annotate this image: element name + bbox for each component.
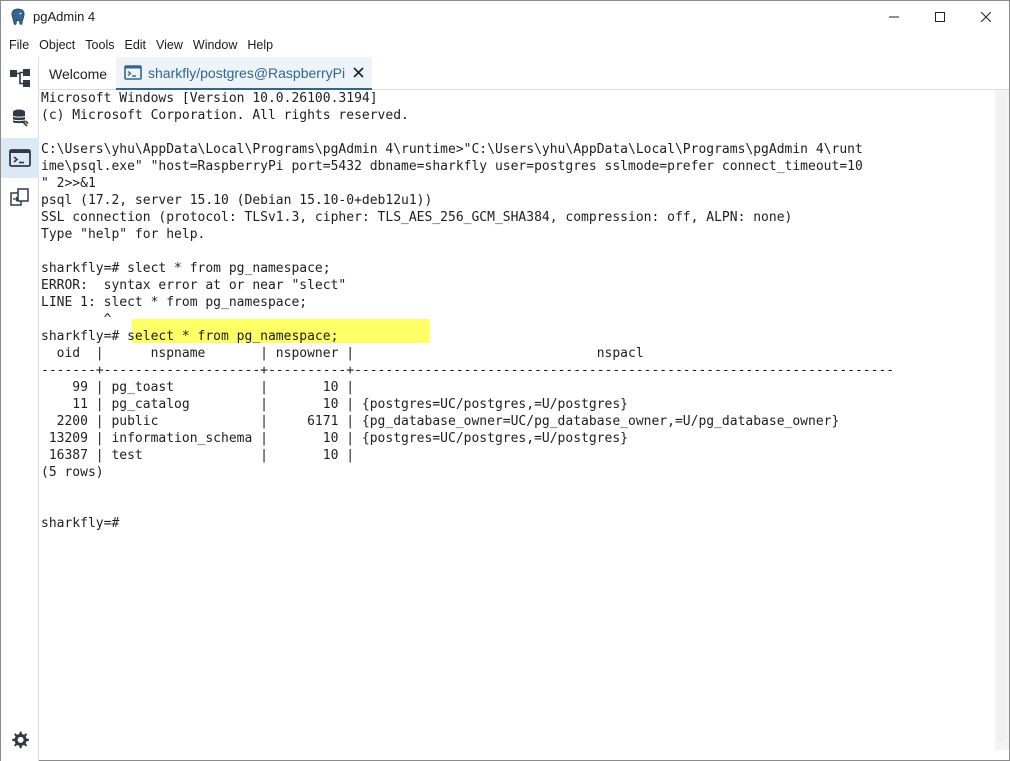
terminal-line: (5 rows): [41, 465, 104, 480]
tab-welcome[interactable]: Welcome: [49, 57, 107, 90]
scrollbar-thumb[interactable]: [998, 92, 1006, 742]
minimize-button[interactable]: [871, 1, 917, 33]
menu-window[interactable]: Window: [193, 38, 237, 52]
maximize-button[interactable]: [917, 1, 963, 33]
left-tool-rail: [1, 57, 39, 761]
menu-view[interactable]: View: [156, 38, 183, 52]
menu-edit[interactable]: Edit: [124, 38, 146, 52]
database-icon: [12, 109, 29, 127]
tab-welcome-label: Welcome: [49, 65, 108, 82]
terminal-line: (c) Microsoft Corporation. All rights re…: [41, 108, 409, 123]
pgadmin-elephant-icon: [10, 8, 26, 26]
terminal-scrollbar[interactable]: [995, 90, 1009, 750]
terminal-line: sharkfly=# slect * from pg_namespace;: [41, 261, 331, 276]
close-icon: [981, 12, 991, 22]
terminal-line: " 2>>&1: [41, 176, 96, 191]
query-tool-button[interactable]: [1, 98, 39, 138]
terminal-line: C:\Users\yhu\AppData\Local\Programs\pgAd…: [41, 142, 863, 157]
menu-tools[interactable]: Tools: [85, 38, 114, 52]
terminal-line: ERROR: syntax error at or near "slect": [41, 278, 347, 293]
terminal-line: Type "help" for help.: [41, 227, 206, 242]
psql-tab-icon: [124, 65, 142, 80]
close-tab-icon[interactable]: [353, 67, 364, 78]
title-bar[interactable]: pgAdmin 4: [1, 1, 1009, 33]
maximize-icon: [935, 12, 945, 22]
settings-gear-icon: [12, 731, 29, 749]
terminal-line: 13209 | information_schema | 10 | {postg…: [41, 431, 628, 446]
terminal-line: ^: [41, 312, 112, 327]
terminal-line: SSL connection (protocol: TLSv1.3, ciphe…: [41, 210, 793, 225]
menu-bar: File Object Tools Edit View Window Help: [1, 33, 1009, 57]
terminal-line: 11 | pg_catalog | 10 | {postgres=UC/post…: [41, 397, 628, 412]
terminal-line: sharkfly=# select * from pg_namespace;: [41, 329, 339, 344]
settings-button[interactable]: [1, 720, 39, 760]
schema-diff-button[interactable]: [1, 178, 39, 218]
terminal-prompt: sharkfly=#: [41, 516, 120, 531]
terminal-line: ime\psql.exe" "host=RaspberryPi port=543…: [41, 159, 863, 174]
window-title: pgAdmin 4: [33, 9, 96, 24]
psql-tool-icon: [9, 149, 31, 167]
terminal-line: -------+--------------------+----------+…: [41, 363, 895, 378]
pgadmin-window: pgAdmin 4 File Object Tools Edit View Wi…: [0, 0, 1010, 761]
tab-psql-session[interactable]: sharkfly/postgres@RaspberryPi: [116, 57, 373, 90]
schema-diff-icon: [10, 188, 29, 206]
close-window-button[interactable]: [963, 1, 1009, 33]
menu-file[interactable]: File: [9, 38, 29, 52]
minimize-icon: [889, 16, 899, 18]
tab-psql-label: sharkfly/postgres@RaspberryPi: [148, 64, 346, 81]
object-explorer-button[interactable]: [1, 58, 39, 98]
terminal-line: oid | nspname | nspowner | nspacl: [41, 346, 644, 361]
terminal-line: 16387 | test | 10 |: [41, 448, 355, 463]
menu-object[interactable]: Object: [39, 38, 75, 52]
terminal-line: psql (17.2, server 15.10 (Debian 15.10-0…: [41, 193, 433, 208]
terminal-line: 2200 | public | 6171 | {pg_database_owne…: [41, 414, 840, 429]
object-explorer-icon: [10, 69, 30, 87]
psql-terminal[interactable]: Microsoft Windows [Version 10.0.26100.31…: [39, 90, 995, 750]
psql-tool-button[interactable]: [1, 138, 39, 178]
tab-bar: Welcome sharkfly/postgres@RaspberryPi: [39, 57, 1009, 90]
menu-help[interactable]: Help: [247, 38, 273, 52]
terminal-line: Microsoft Windows [Version 10.0.26100.31…: [41, 91, 378, 106]
terminal-line: LINE 1: slect * from pg_namespace;: [41, 295, 308, 310]
terminal-line: 99 | pg_toast | 10 |: [41, 380, 355, 395]
